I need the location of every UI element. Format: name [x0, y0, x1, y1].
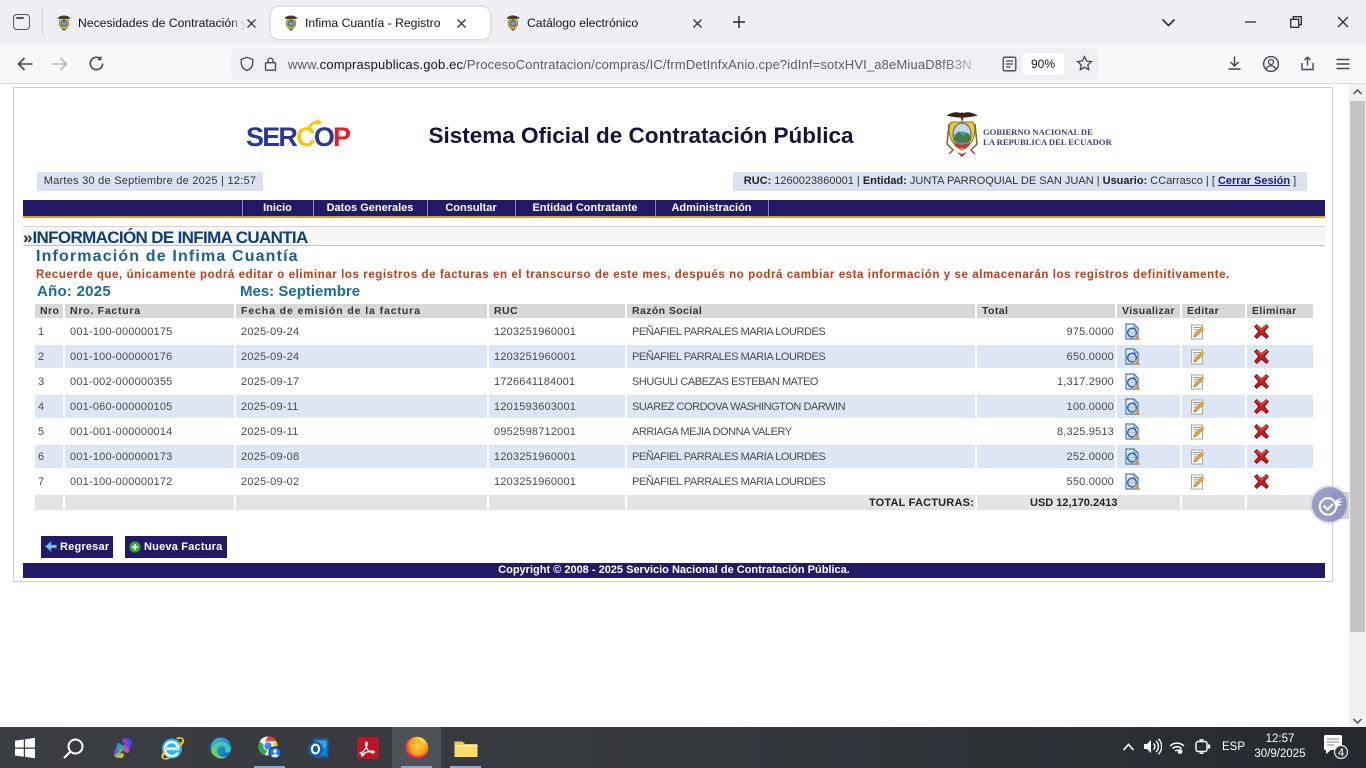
svg-text:4: 4: [1338, 747, 1344, 759]
